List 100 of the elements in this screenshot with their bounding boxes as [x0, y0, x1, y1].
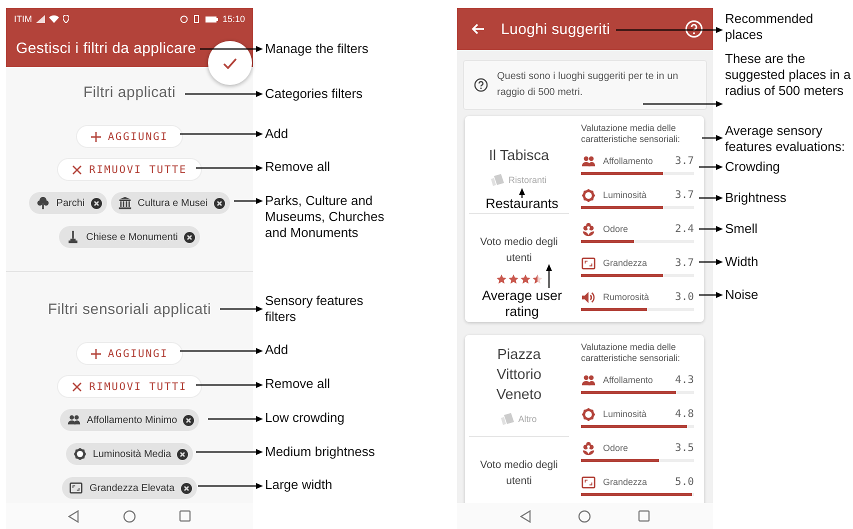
close-icon[interactable]: [177, 448, 188, 460]
features-title: Valutazione media delle caratteristiche sensoriali:: [581, 123, 682, 145]
sun-icon: [581, 406, 596, 422]
feature-value: 3.7: [675, 189, 694, 201]
annotation-label: Manage the filters: [265, 41, 370, 57]
back-icon[interactable]: [520, 510, 532, 522]
add-button[interactable]: AGGIUNGI: [76, 125, 184, 148]
recents-icon[interactable]: [638, 510, 650, 522]
annotation-label: These are the suggested places in a radius of 500 meters: [725, 51, 852, 99]
place-name: Piazza Vittorio Veneto: [495, 346, 543, 405]
back-icon[interactable]: [68, 510, 80, 522]
speaker-icon: [581, 290, 596, 304]
features-title: Valutazione media delle caratteristiche sensoriali:: [581, 342, 682, 364]
remove-all-button[interactable]: RIMUOVI TUTTI: [57, 375, 202, 398]
annotation-arrow: [699, 195, 723, 201]
close-icon[interactable]: [183, 414, 194, 426]
remove-all-button[interactable]: RIMUOVI TUTTE: [57, 158, 202, 181]
plus-icon: [90, 348, 101, 358]
sun-icon: [581, 188, 596, 202]
annotation-arrow: [519, 188, 525, 198]
frame-icon: [581, 256, 596, 270]
star-icon: [508, 274, 518, 284]
annotation-arrow: [220, 306, 263, 312]
annotation-arrow: [699, 259, 723, 265]
close-icon[interactable]: [184, 232, 195, 242]
annotation-label: Add: [265, 126, 290, 142]
home-icon[interactable]: [122, 510, 136, 522]
home-icon[interactable]: [578, 510, 592, 522]
filter-chip[interactable]: Parchi: [29, 192, 107, 214]
annotation-label: Categories filters: [265, 86, 364, 102]
filter-chip[interactable]: Affollamento Minimo: [60, 409, 200, 431]
recents-icon[interactable]: [179, 510, 192, 522]
filter-chip[interactable]: Chiese e Monumenti: [59, 226, 200, 248]
annotation-label: Crowding: [725, 159, 781, 175]
wifi-icon: [49, 15, 59, 23]
feature-label: Grandezza: [603, 477, 648, 487]
close-icon[interactable]: [90, 198, 102, 208]
time-label: 15:10: [222, 14, 245, 24]
feature-value: 4.8: [675, 408, 694, 420]
annotation-label: Low crowding: [265, 410, 346, 426]
star-icon: [532, 274, 542, 284]
people-icon: [581, 154, 596, 168]
annotation-arrow: [702, 135, 723, 141]
annotation-label: Parks, Culture and Museums, Churches and Monuments: [265, 193, 386, 241]
carrier-label: ITIM: [14, 14, 32, 24]
flower-icon: [581, 222, 596, 236]
info-text: Questi sono i luoghi suggeriti per te in un raggio di 500 metri.: [497, 70, 680, 100]
rating-label: Voto medio degli utenti: [479, 458, 559, 489]
category-label: Ristoranti: [508, 175, 546, 185]
help-icon[interactable]: [685, 20, 703, 38]
annotation-arrow: [699, 226, 723, 232]
back-arrow-icon[interactable]: [471, 23, 485, 35]
annotation-label: Noise: [725, 287, 760, 303]
feature-label: Affollamento: [603, 156, 654, 166]
help-icon: [474, 78, 488, 92]
category-label: Altro: [518, 414, 537, 424]
add-button[interactable]: AGGIUNGI: [76, 342, 184, 365]
flower-icon: [581, 440, 596, 456]
annotation-label: Brightness: [725, 190, 788, 206]
vibrate-icon: [192, 15, 202, 23]
museum-icon: [118, 196, 132, 210]
filter-chip[interactable]: Cultura e Musei: [110, 192, 230, 214]
annotation-arrow: [198, 483, 263, 489]
feature-label: Odore: [603, 443, 630, 453]
people-icon: [66, 413, 81, 427]
star-icon: [520, 274, 530, 284]
feature-label: Rumorosità: [603, 292, 650, 302]
frame-icon: [69, 481, 84, 495]
tag-icon: [501, 413, 516, 425]
filter-chip[interactable]: Grandezza Elevata: [62, 477, 197, 499]
monument-icon: [66, 230, 80, 244]
annotation-arrow: [699, 164, 723, 170]
close-icon[interactable]: [214, 198, 225, 208]
app-bar-title: Luoghi suggeriti: [501, 20, 610, 38]
annotation-label: Medium brightness: [265, 444, 376, 460]
close-icon: [72, 382, 82, 392]
frame-icon: [581, 474, 596, 490]
section-title: Filtri sensoriali applicati: [48, 300, 212, 320]
annotation-label: Average sensory features evaluations:: [725, 123, 846, 155]
feature-value: 2.4: [675, 223, 694, 235]
feature-label: Odore: [603, 224, 630, 234]
plus-icon: [90, 132, 101, 142]
annotation-label: Average user rating: [480, 288, 564, 320]
check-icon: [223, 58, 237, 68]
feature-value: 3.5: [675, 442, 694, 454]
place-name: Il Tabisca: [488, 147, 550, 166]
annotation-label: Add: [265, 342, 290, 358]
feature-label: Affollamento: [603, 375, 654, 385]
battery-icon: [205, 16, 218, 22]
feature-label: Luminosità: [603, 190, 648, 200]
annotation-arrow: [196, 165, 263, 171]
section-title: Filtri applicati: [83, 83, 176, 103]
filter-chip[interactable]: Luminosità Media: [66, 443, 194, 465]
annotation-arrow: [196, 382, 263, 388]
tree-icon: [36, 196, 50, 210]
close-icon[interactable]: [180, 482, 192, 494]
place-card[interactable]: Piazza Vittorio Veneto Altro Voto medio degli utenti Valutazione media delle caratteristiche sensoriali: Affollamento 4.3 Luminosità 4.8 Odore 3.5 Grandezza 5.0: [465, 335, 704, 503]
feature-label: Luminosità: [603, 409, 648, 419]
alarm-icon: [180, 15, 188, 23]
annotation-arrow: [208, 416, 263, 422]
